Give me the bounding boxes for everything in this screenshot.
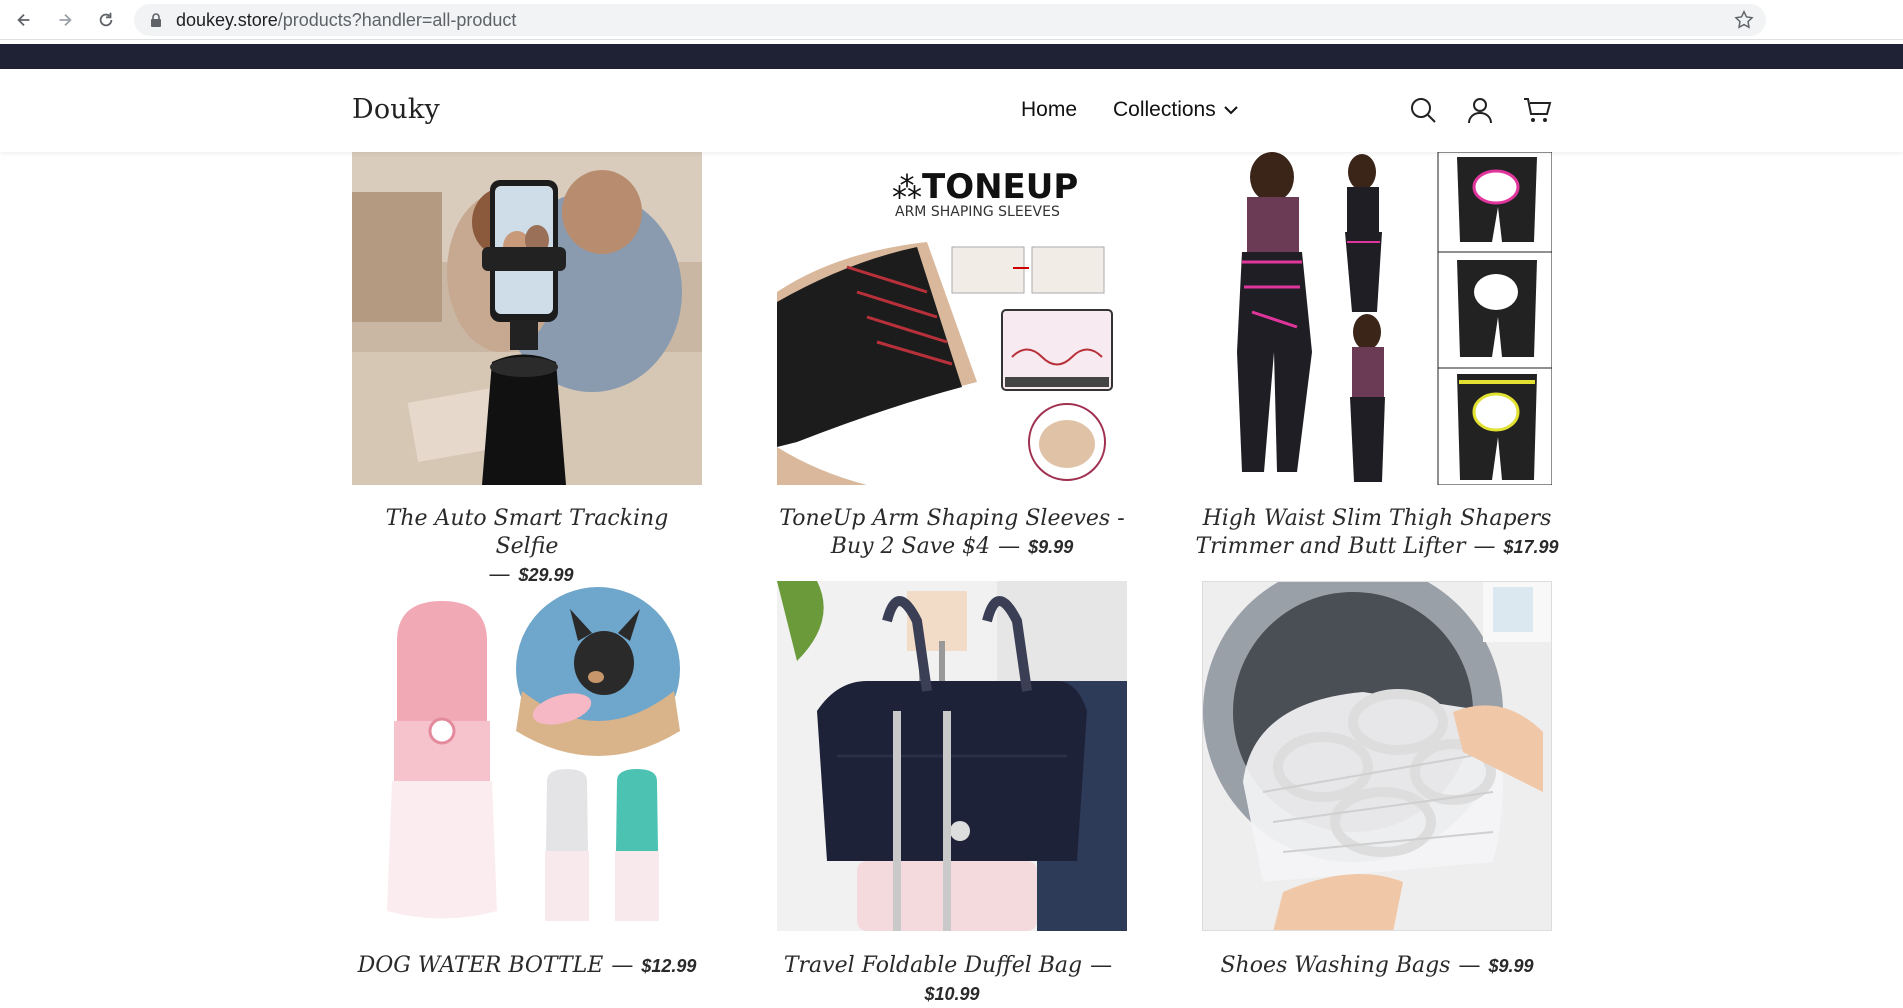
nav-collections-label: Collections bbox=[1113, 98, 1216, 121]
cart-button[interactable] bbox=[1522, 95, 1552, 125]
product-title[interactable]: High Waist Slim Thigh Shapers Trimmer an… bbox=[1195, 506, 1551, 559]
bookmark-star-icon[interactable] bbox=[1733, 9, 1755, 31]
thigh-shapers-photo bbox=[1202, 152, 1552, 485]
search-button[interactable] bbox=[1408, 95, 1438, 125]
product-price: $10.99 bbox=[924, 984, 980, 1004]
product-image-selfie-tracker[interactable] bbox=[352, 152, 702, 485]
reload-icon bbox=[99, 12, 113, 27]
product-card-shoes-washing-bag[interactable]: Shoes Washing Bags — $9.99 bbox=[1202, 952, 1552, 980]
product-image-dog-water-bottle[interactable] bbox=[352, 581, 702, 931]
account-icon bbox=[1468, 98, 1492, 124]
shoes-washing-bag-photo bbox=[1203, 582, 1551, 930]
product-title[interactable]: DOG WATER BOTTLE bbox=[358, 953, 604, 978]
url-path: /products?handler=all-product bbox=[277, 10, 517, 30]
product-image-arm-sleeves[interactable]: TONEUP ARM SHAPING SLEEVES ⁂ bbox=[777, 152, 1127, 485]
chevron-down-icon bbox=[1224, 106, 1238, 115]
toneup-logo-icon: ⁂ bbox=[892, 171, 922, 206]
product-title[interactable]: Shoes Washing Bags bbox=[1220, 953, 1450, 978]
account-button[interactable] bbox=[1465, 95, 1495, 125]
price-separator: — bbox=[998, 534, 1021, 559]
price-separator: — bbox=[1458, 953, 1481, 978]
cart-icon bbox=[1524, 98, 1552, 122]
selfie-tracker-photo bbox=[352, 152, 702, 485]
duffel-bag-photo bbox=[777, 581, 1127, 931]
product-price: $9.99 bbox=[1028, 537, 1074, 557]
product-card-thigh-shapers[interactable]: High Waist Slim Thigh Shapers Trimmer an… bbox=[1190, 505, 1564, 561]
product-image-duffel-bag[interactable] bbox=[777, 581, 1127, 931]
lock-icon bbox=[151, 13, 161, 27]
product-title[interactable]: Travel Foldable Duffel Bag bbox=[784, 953, 1082, 978]
back-button[interactable] bbox=[12, 8, 36, 32]
product-image-shoes-washing-bag[interactable] bbox=[1202, 581, 1552, 931]
product-card-duffel-bag[interactable]: Travel Foldable Duffel Bag — $10.99 bbox=[760, 952, 1144, 1008]
url-text[interactable]: doukey.store/products?handler=all-produc… bbox=[176, 9, 516, 31]
arrow-left-icon bbox=[17, 13, 30, 27]
product-card-dog-water-bottle[interactable]: DOG WATER BOTTLE — $12.99 bbox=[352, 952, 702, 980]
dog-water-bottle-photo bbox=[352, 581, 702, 931]
store-logo[interactable]: Douky bbox=[352, 94, 440, 125]
product-price: $17.99 bbox=[1503, 537, 1559, 557]
site-header: Douky Home Collections bbox=[0, 69, 1903, 152]
search-icon bbox=[1411, 98, 1436, 123]
toneup-brand-text: TONEUP bbox=[922, 167, 1078, 207]
url-domain: doukey.store bbox=[176, 10, 278, 30]
product-card-selfie-tracker[interactable]: The Auto Smart Tracking Selfie — $29.99 bbox=[352, 505, 702, 589]
announcement-bar bbox=[0, 44, 1903, 69]
product-card-arm-sleeves[interactable]: ToneUp Arm Shaping Sleeves - Buy 2 Save … bbox=[760, 505, 1144, 561]
forward-button[interactable] bbox=[53, 8, 77, 32]
reload-button[interactable] bbox=[94, 8, 118, 32]
product-price: $9.99 bbox=[1488, 956, 1534, 976]
browser-toolbar: doukey.store/products?handler=all-produc… bbox=[0, 0, 1903, 40]
nav-collections-link[interactable]: Collections bbox=[1113, 98, 1240, 122]
product-price: $12.99 bbox=[641, 956, 697, 976]
arm-sleeves-photo: TONEUP ARM SHAPING SLEEVES ⁂ bbox=[777, 152, 1127, 485]
product-title[interactable]: The Auto Smart Tracking Selfie bbox=[386, 506, 669, 559]
price-separator: — bbox=[1473, 534, 1496, 559]
product-image-thigh-shapers[interactable] bbox=[1202, 152, 1552, 485]
nav-home-link[interactable]: Home bbox=[1021, 98, 1077, 122]
price-separator: — bbox=[1090, 953, 1113, 978]
arrow-right-icon bbox=[59, 13, 72, 27]
price-separator: — bbox=[611, 953, 634, 978]
toneup-sub-text: ARM SHAPING SLEEVES bbox=[895, 204, 1060, 220]
